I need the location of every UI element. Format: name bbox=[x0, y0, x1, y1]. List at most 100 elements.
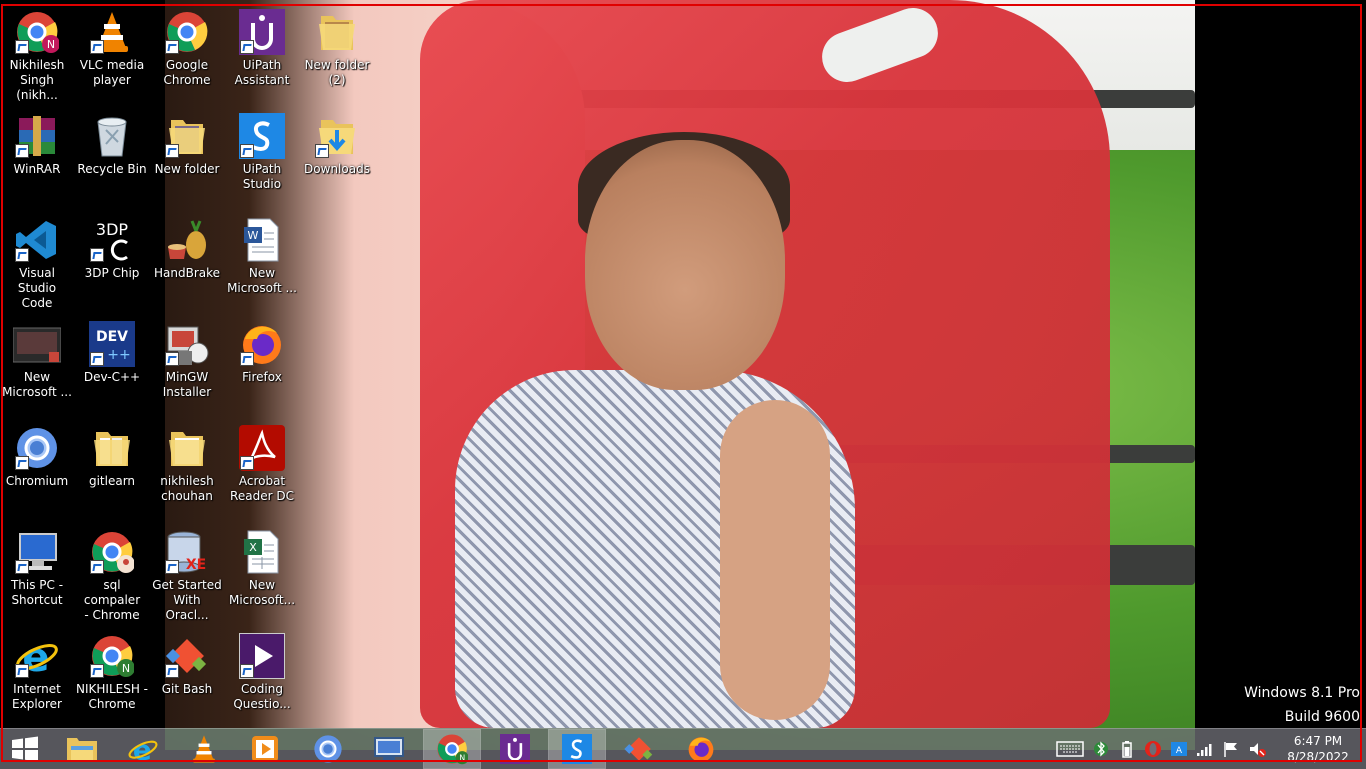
icon-label: Visual Studio Code bbox=[17, 266, 57, 310]
desktop-icon-new-folder-2[interactable]: New folder (2) bbox=[300, 0, 374, 100]
desktop-icon-devcpp[interactable]: DEV ++ Dev-C++ bbox=[75, 312, 149, 412]
desktop-icon-recycle-bin[interactable]: Recycle Bin bbox=[75, 104, 149, 204]
icon-label: Recycle Bin bbox=[77, 162, 147, 176]
desktop-icon-nikhilesh-chrome[interactable]: N NIKHILESH - Chrome bbox=[75, 624, 149, 724]
media-player-icon bbox=[238, 632, 286, 680]
language-icon[interactable]: A bbox=[1169, 739, 1189, 759]
svg-text:N: N bbox=[459, 754, 465, 763]
icon-label: Get Started With Oracl... bbox=[152, 578, 222, 622]
folder-icon bbox=[88, 424, 136, 472]
keyboard-icon[interactable] bbox=[1055, 739, 1085, 759]
icon-label: New Microsoft ... bbox=[227, 266, 297, 295]
taskbar-clock[interactable]: 6:47 PM 8/28/2022 bbox=[1270, 733, 1366, 765]
svg-text:N: N bbox=[122, 662, 130, 675]
folder-icon bbox=[313, 8, 361, 56]
desktop-icon-vlc[interactable]: VLC media player bbox=[75, 0, 149, 100]
desktop-icon-winrar[interactable]: WinRAR bbox=[0, 104, 74, 204]
chrome-profile-icon: N bbox=[88, 632, 136, 680]
icon-label: nikhilesh chouhan bbox=[160, 474, 214, 503]
desktop-icon-new-word-document[interactable]: W New Microsoft ... bbox=[225, 208, 299, 308]
desktop-icon-git-bash[interactable]: Git Bash bbox=[150, 624, 224, 724]
taskbar-firefox[interactable] bbox=[673, 730, 729, 768]
handbrake-icon bbox=[163, 216, 211, 264]
desktop-icon-3dp-chip[interactable]: 3DP 3DP Chip bbox=[75, 208, 149, 308]
desktop-icon-nikhilesh-singh[interactable]: N Nikhilesh Singh (nikh... bbox=[0, 0, 74, 102]
desktop-icon-firefox[interactable]: Firefox bbox=[225, 312, 299, 412]
system-tray: A 6:47 PM 8/28/2022 bbox=[1052, 729, 1366, 769]
svg-text:e: e bbox=[133, 733, 152, 765]
icon-label: This PC - Shortcut bbox=[10, 578, 64, 607]
desktop-icon-vscode[interactable]: Visual Studio Code bbox=[0, 208, 74, 310]
taskbar-vlc[interactable] bbox=[176, 730, 232, 768]
taskbar-chromium[interactable] bbox=[300, 730, 356, 768]
desktop-icon-new-folder[interactable]: New folder bbox=[150, 104, 224, 204]
action-center-flag-icon[interactable] bbox=[1221, 739, 1241, 759]
start-button[interactable] bbox=[0, 730, 50, 768]
desktop-icon-internet-explorer[interactable]: e Internet Explorer bbox=[0, 624, 74, 724]
opera-icon[interactable] bbox=[1143, 739, 1163, 759]
taskbar-internet-explorer[interactable]: e bbox=[115, 730, 171, 768]
taskbar-remote-desktop[interactable] bbox=[361, 730, 417, 768]
icon-label: Coding Questio... bbox=[233, 682, 291, 711]
desktop-icon-sql-compaler[interactable]: sql compaler - Chrome bbox=[75, 520, 149, 622]
firefox-icon bbox=[688, 737, 714, 763]
icon-label: Nikhilesh Singh (nikh... bbox=[9, 58, 65, 102]
desktop-icon-handbrake[interactable]: HandBrake bbox=[150, 208, 224, 308]
vlc-icon bbox=[88, 8, 136, 56]
icon-label: VLC media player bbox=[79, 58, 145, 87]
icon-label: gitlearn bbox=[88, 474, 136, 488]
icon-label: Chromium bbox=[5, 474, 69, 488]
desktop-icon-nikhilesh-chouhan[interactable]: nikhilesh chouhan bbox=[150, 416, 224, 516]
desktop-icon-new-excel-document[interactable]: X New Microsoft... bbox=[225, 520, 299, 620]
icon-label: Google Chrome bbox=[163, 58, 211, 87]
desktop-icon-acrobat-reader[interactable]: Acrobat Reader DC bbox=[225, 416, 299, 516]
desktop-icon-uipath-studio[interactable]: UiPath Studio bbox=[225, 104, 299, 204]
uipath-studio-icon bbox=[238, 112, 286, 160]
desktop-icon-downloads[interactable]: Downloads bbox=[300, 104, 374, 204]
taskbar-media-player[interactable] bbox=[237, 730, 293, 768]
taskbar-git[interactable] bbox=[611, 730, 667, 768]
icon-label: New folder (2) bbox=[304, 58, 370, 87]
chrome-profile-icon: N bbox=[13, 8, 61, 56]
desktop-icon-google-chrome[interactable]: Google Chrome bbox=[150, 0, 224, 100]
icon-label: NIKHILESH - Chrome bbox=[76, 682, 148, 711]
icon-label: Git Bash bbox=[161, 682, 213, 696]
devcpp-icon: DEV ++ bbox=[88, 320, 136, 368]
chromium-icon bbox=[13, 424, 61, 472]
svg-text:A: A bbox=[1176, 746, 1183, 756]
icon-label: MinGW Installer bbox=[162, 370, 212, 399]
icon-label: New Microsoft ... bbox=[2, 370, 72, 399]
windows-logo-icon bbox=[12, 736, 38, 762]
uipath-assistant-icon bbox=[500, 734, 530, 764]
taskbar-uipath-studio[interactable] bbox=[548, 729, 606, 769]
network-signal-icon[interactable] bbox=[1195, 739, 1215, 759]
svg-text:DEV: DEV bbox=[96, 329, 128, 345]
git-bash-icon bbox=[163, 632, 211, 680]
desktop-icon-uipath-assistant[interactable]: UiPath Assistant bbox=[225, 0, 299, 100]
svg-text:3DP: 3DP bbox=[96, 220, 129, 239]
taskbar-chrome-nikhilesh[interactable]: N bbox=[423, 729, 481, 769]
taskbar-uipath-assistant[interactable] bbox=[487, 730, 543, 768]
icon-label: sql compaler - Chrome bbox=[83, 578, 141, 622]
desktop-icon-coding-questions[interactable]: Coding Questio... bbox=[225, 624, 299, 724]
icon-label: Internet Explorer bbox=[12, 682, 62, 711]
vscode-icon bbox=[13, 216, 61, 264]
git-icon bbox=[624, 737, 653, 761]
chrome-app-icon bbox=[88, 528, 136, 576]
taskbar-file-explorer[interactable] bbox=[54, 730, 110, 768]
volume-muted-icon[interactable] bbox=[1247, 739, 1267, 759]
desktop-icon-gitlearn[interactable]: gitlearn bbox=[75, 416, 149, 516]
battery-icon[interactable] bbox=[1117, 739, 1137, 759]
icon-label: WinRAR bbox=[13, 162, 61, 176]
desktop-icon-chromium[interactable]: Chromium bbox=[0, 416, 74, 516]
icon-label: Downloads bbox=[304, 162, 370, 176]
desktop-icon-this-pc[interactable]: This PC - Shortcut bbox=[0, 520, 74, 620]
desktop-icon-mingw-installer[interactable]: MinGW Installer bbox=[150, 312, 224, 412]
bluetooth-icon[interactable] bbox=[1091, 739, 1111, 759]
windows-version-watermark: Windows 8.1 Pro bbox=[1244, 685, 1360, 701]
desktop-icon-oracle-xe[interactable]: XE Get Started With Oracl... bbox=[150, 520, 224, 622]
icon-label: Dev-C++ bbox=[83, 370, 141, 384]
desktop-icon-new-access-database[interactable]: New Microsoft ... bbox=[0, 312, 74, 412]
icon-label: UiPath Studio bbox=[242, 162, 282, 191]
uipath-assistant-icon bbox=[238, 8, 286, 56]
